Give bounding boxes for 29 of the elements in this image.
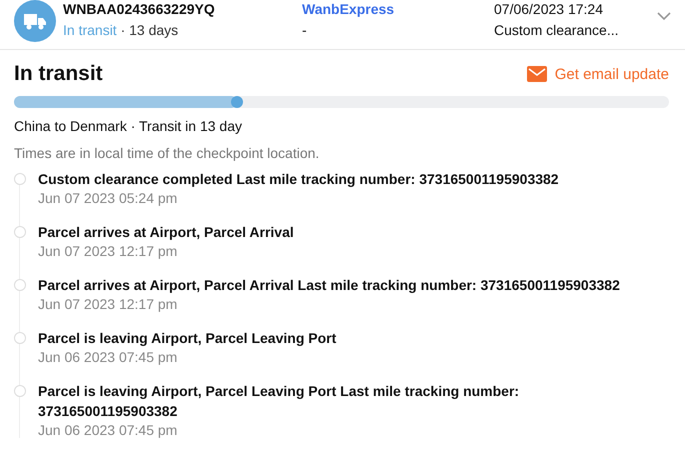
latest-event: Custom clearance... — [494, 21, 620, 39]
event-title: Parcel is leaving Airport, Parcel Leaving Port Last mile tracking number: 373165001195903382 — [38, 382, 520, 421]
status-text: In transit — [63, 22, 117, 38]
timeline-dot — [14, 279, 26, 291]
status-title: In transit — [14, 62, 103, 86]
time-note: Times are in local time of the checkpoint location. — [14, 145, 320, 161]
email-update-button[interactable]: Get email update — [526, 66, 669, 82]
event-time: Jun 07 2023 05:24 pm — [38, 190, 178, 206]
event-title: Parcel arrives at Airport, Parcel Arrival Last mile tracking number: 373165001195903382 — [38, 276, 620, 295]
duration-text: · 13 days — [120, 22, 178, 38]
truck-icon — [14, 0, 56, 42]
carrier-name: WanbExpress — [302, 0, 396, 18]
tracking-number: WNBAA0243663229YQ — [63, 0, 216, 18]
chevron-icon[interactable] — [657, 12, 671, 21]
event-title: Parcel arrives at Airport, Parcel Arrival — [38, 223, 294, 242]
timeline-dot — [14, 385, 26, 397]
timeline-dot — [14, 332, 26, 344]
event-time: Jun 06 2023 07:45 pm — [38, 349, 178, 365]
event-title: Custom clearance completed Last mile tracking number: 373165001195903382 — [38, 170, 559, 189]
latest-time: 07/06/2023 17:24 — [494, 0, 604, 18]
timeline-dot — [14, 173, 26, 185]
event-time: Jun 07 2023 12:17 pm — [38, 296, 178, 312]
event-title: Parcel is leaving Airport, Parcel Leaving Port — [38, 329, 336, 348]
mail-icon — [526, 66, 547, 82]
carrier-detail: - — [302, 21, 308, 39]
event-time: Jun 07 2023 12:17 pm — [38, 243, 178, 259]
route-text: China to Denmark · Transit in 13 day — [14, 118, 243, 134]
timeline-dot — [14, 226, 26, 238]
event-time: Jun 06 2023 07:45 pm — [38, 422, 178, 438]
